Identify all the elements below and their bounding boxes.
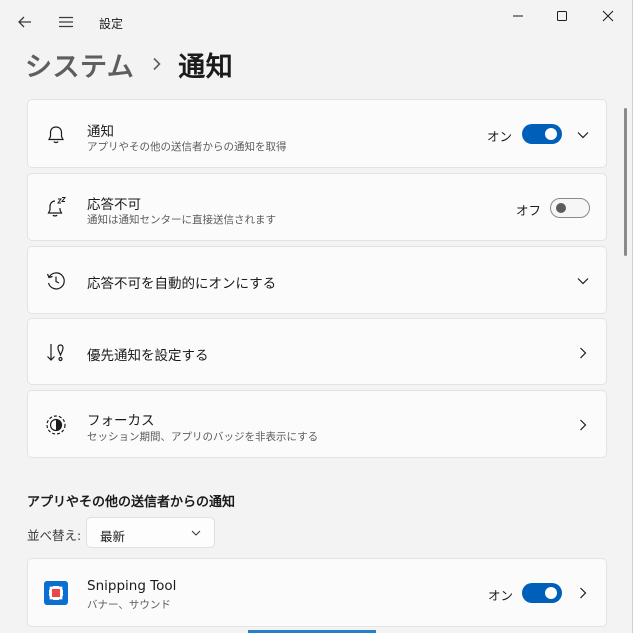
sort-selected-value: 最新	[100, 529, 126, 544]
notifications-subtitle: アプリやその他の送信者からの通知を取得	[87, 141, 287, 153]
close-icon	[602, 10, 614, 22]
sort-label: 並べ替え:	[27, 528, 82, 543]
toggle-knob	[556, 203, 566, 213]
do-not-disturb-state-label: オフ	[516, 203, 542, 218]
focus-card[interactable]: フォーカス セッション期間、アプリのバッジを非表示にする	[27, 390, 607, 458]
settings-window: 設定 システム 通知 通知 アプリやその他の送信者からの通知を取得 オン 応答不…	[0, 0, 633, 633]
auto-do-not-disturb-card[interactable]: 応答不可を自動的にオンにする	[27, 246, 607, 314]
vertical-scrollbar[interactable]	[624, 108, 627, 256]
snipping-tool-icon	[44, 581, 68, 605]
do-not-disturb-card: 応答不可 通知は通知センターに直接送信されます オフ	[27, 173, 607, 241]
breadcrumb-parent-link[interactable]: システム	[25, 45, 134, 84]
priority-notifications-title: 優先通知を設定する	[87, 348, 209, 364]
sort-dropdown[interactable]: 最新	[86, 517, 215, 548]
chevron-down-icon[interactable]	[576, 128, 590, 142]
toggle-knob	[545, 128, 557, 140]
hamburger-icon	[59, 16, 73, 28]
focus-icon	[46, 415, 66, 435]
chevron-right-icon	[580, 347, 587, 359]
notifications-card[interactable]: 通知 アプリやその他の送信者からの通知を取得 オン	[27, 99, 607, 168]
do-not-disturb-title: 応答不可	[87, 197, 141, 213]
chevron-down-icon	[191, 530, 201, 536]
breadcrumb: システム 通知	[25, 44, 233, 84]
chevron-right-icon	[153, 57, 161, 71]
minimize-button[interactable]	[503, 8, 533, 24]
focus-title: フォーカス	[87, 413, 155, 429]
app-row-snipping-tool[interactable]: Snipping Tool バナー、サウンド オン	[27, 558, 607, 627]
app-detail: バナー、サウンド	[87, 599, 171, 611]
close-button[interactable]	[594, 6, 622, 26]
bell-snooze-icon	[47, 197, 66, 217]
title-bar: 設定	[0, 0, 632, 44]
app-notifications-heading: アプリやその他の送信者からの通知	[27, 495, 236, 510]
bell-icon	[48, 126, 64, 144]
maximize-icon	[557, 11, 567, 21]
clock-refresh-icon	[46, 272, 65, 290]
notifications-title: 通知	[87, 124, 114, 140]
app-notifications-toggle[interactable]	[522, 583, 562, 603]
do-not-disturb-subtitle: 通知は通知センターに直接送信されます	[87, 214, 276, 226]
chevron-right-icon	[580, 419, 587, 431]
navigation-menu-button[interactable]	[55, 11, 77, 33]
chevron-right-icon	[580, 587, 587, 599]
back-arrow-icon	[18, 16, 31, 28]
maximize-button[interactable]	[548, 6, 576, 26]
minimize-icon	[513, 15, 523, 17]
priority-notifications-card[interactable]: 優先通知を設定する	[27, 318, 607, 385]
notifications-toggle[interactable]	[522, 124, 562, 144]
do-not-disturb-toggle[interactable]	[550, 198, 590, 218]
app-name: Snipping Tool	[87, 578, 177, 594]
page-title: 通知	[178, 51, 234, 83]
back-button[interactable]	[14, 11, 36, 33]
breadcrumb-separator	[152, 57, 162, 71]
focus-subtitle: セッション期間、アプリのバッジを非表示にする	[87, 431, 319, 443]
window-title: 設定	[99, 17, 124, 31]
priority-arrow-icon	[47, 344, 64, 362]
app-state-label: オン	[488, 588, 514, 603]
chevron-down-icon	[577, 278, 589, 285]
notifications-state-label: オン	[487, 129, 513, 144]
auto-do-not-disturb-title: 応答不可を自動的にオンにする	[87, 276, 277, 292]
toggle-knob	[545, 587, 557, 599]
